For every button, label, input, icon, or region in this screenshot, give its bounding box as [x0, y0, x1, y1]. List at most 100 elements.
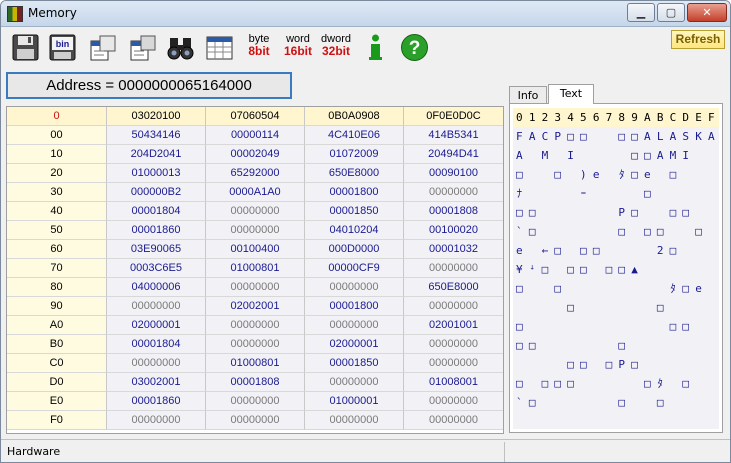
value-cell[interactable]: 414B5341 [404, 126, 503, 145]
binoculars-icon [167, 38, 194, 60]
value-cell[interactable]: 00000000 [107, 297, 206, 316]
value-cell[interactable]: 00001804 [107, 335, 206, 354]
offset-cell[interactable]: B0 [7, 335, 107, 354]
word-view-button[interactable]: word 16bit [280, 31, 316, 64]
offset-cell[interactable]: 20 [7, 164, 107, 183]
value-cell[interactable]: 00001032 [404, 240, 503, 259]
value-cell[interactable]: 01000801 [206, 259, 305, 278]
value-cell[interactable]: 00000000 [404, 392, 503, 411]
offset-cell[interactable]: 30 [7, 183, 107, 202]
value-cell[interactable]: 00000114 [206, 126, 305, 145]
help-button[interactable]: ? [398, 31, 431, 64]
minimize-button[interactable]: ▁ [627, 3, 655, 22]
save-binary-button[interactable]: bin [46, 31, 79, 64]
byte-view-button[interactable]: byte 8bit [241, 31, 277, 64]
offset-cell[interactable]: 10 [7, 145, 107, 164]
dword-view-button[interactable]: dword 32bit [317, 31, 355, 64]
value-cell[interactable]: 00001850 [305, 354, 404, 373]
offset-cell[interactable]: C0 [7, 354, 107, 373]
value-cell[interactable]: 00000000 [404, 297, 503, 316]
value-cell[interactable]: 04010204 [305, 221, 404, 240]
offset-cell[interactable]: 50 [7, 221, 107, 240]
value-cell[interactable]: 00000000 [206, 278, 305, 297]
offset-cell[interactable]: 80 [7, 278, 107, 297]
save-button[interactable] [9, 31, 42, 64]
close-button[interactable]: ✕ [687, 3, 727, 22]
value-cell[interactable]: 00000000 [305, 411, 404, 430]
value-cell[interactable]: 00000000 [206, 202, 305, 221]
value-cell[interactable]: 00001808 [404, 202, 503, 221]
copy-page-2-button[interactable] [126, 31, 159, 64]
value-cell[interactable]: 04000006 [107, 278, 206, 297]
value-cell[interactable]: 00000000 [206, 221, 305, 240]
value-cell[interactable]: 00001800 [305, 297, 404, 316]
offset-cell[interactable]: F0 [7, 411, 107, 430]
value-cell[interactable]: 01000801 [206, 354, 305, 373]
value-cell[interactable]: 02002001 [206, 297, 305, 316]
offset-cell[interactable]: 00 [7, 126, 107, 145]
address-field[interactable]: Address = 0000000065164000 [6, 72, 292, 99]
value-cell[interactable]: 00001808 [206, 373, 305, 392]
value-cell[interactable]: 650E8000 [404, 278, 503, 297]
value-cell[interactable]: 00001860 [107, 221, 206, 240]
value-cell[interactable]: 650E8000 [305, 164, 404, 183]
value-cell[interactable]: 01072009 [305, 145, 404, 164]
value-cell[interactable]: 00000000 [305, 373, 404, 392]
value-cell[interactable]: 00100020 [404, 221, 503, 240]
value-cell[interactable]: 00000000 [404, 183, 503, 202]
offset-cell[interactable]: E0 [7, 392, 107, 411]
value-cell[interactable]: 00000000 [107, 411, 206, 430]
tab-info[interactable]: Info [509, 86, 547, 104]
value-cell[interactable]: 02000001 [305, 335, 404, 354]
value-cell[interactable]: 00000CF9 [305, 259, 404, 278]
value-cell[interactable]: 00000000 [206, 392, 305, 411]
offset-cell[interactable]: D0 [7, 373, 107, 392]
value-cell[interactable]: 00000000 [305, 278, 404, 297]
value-cell[interactable]: 000D0000 [305, 240, 404, 259]
value-cell[interactable]: 03E90065 [107, 240, 206, 259]
value-cell[interactable]: 0000A1A0 [206, 183, 305, 202]
value-cell[interactable]: 03002001 [107, 373, 206, 392]
value-cell[interactable]: 00000000 [404, 335, 503, 354]
value-cell[interactable]: 00000000 [404, 259, 503, 278]
copy-page-button[interactable] [86, 31, 119, 64]
value-cell[interactable]: 20494D41 [404, 145, 503, 164]
tab-text[interactable]: Text [548, 84, 594, 104]
value-cell[interactable]: 00000000 [305, 316, 404, 335]
value-cell[interactable]: 00001850 [305, 202, 404, 221]
refresh-button[interactable]: Refresh [671, 30, 725, 49]
value-cell[interactable]: 00000000 [107, 354, 206, 373]
value-cell[interactable]: 00001800 [305, 183, 404, 202]
value-cell[interactable]: 02001001 [404, 316, 503, 335]
offset-cell[interactable]: 40 [7, 202, 107, 221]
value-cell[interactable]: 00000000 [206, 316, 305, 335]
offset-cell[interactable]: 90 [7, 297, 107, 316]
value-cell[interactable]: 00000000 [206, 411, 305, 430]
find-button[interactable] [164, 31, 197, 64]
value-cell[interactable]: 204D2041 [107, 145, 206, 164]
value-cell[interactable]: 65292000 [206, 164, 305, 183]
table-view-button[interactable] [203, 31, 236, 64]
value-cell[interactable]: 00000000 [206, 335, 305, 354]
value-cell[interactable]: 01000013 [107, 164, 206, 183]
offset-cell[interactable]: 70 [7, 259, 107, 278]
maximize-button[interactable]: ▢ [657, 3, 685, 22]
value-cell[interactable]: 4C410E06 [305, 126, 404, 145]
value-cell[interactable]: 00100400 [206, 240, 305, 259]
value-cell[interactable]: 00002049 [206, 145, 305, 164]
value-cell[interactable]: 00001860 [107, 392, 206, 411]
value-cell[interactable]: 00090100 [404, 164, 503, 183]
value-cell[interactable]: 01000001 [305, 392, 404, 411]
value-cell[interactable]: 50434146 [107, 126, 206, 145]
offset-cell[interactable]: A0 [7, 316, 107, 335]
title-bar[interactable]: Memory ▁ ▢ ✕ [1, 1, 730, 27]
value-cell[interactable]: 00000000 [404, 411, 503, 430]
offset-cell[interactable]: 60 [7, 240, 107, 259]
value-cell[interactable]: 00000000 [404, 354, 503, 373]
value-cell[interactable]: 00001804 [107, 202, 206, 221]
value-cell[interactable]: 0003C6E5 [107, 259, 206, 278]
info-button[interactable] [359, 31, 392, 64]
value-cell[interactable]: 000000B2 [107, 183, 206, 202]
value-cell[interactable]: 02000001 [107, 316, 206, 335]
value-cell[interactable]: 01008001 [404, 373, 503, 392]
